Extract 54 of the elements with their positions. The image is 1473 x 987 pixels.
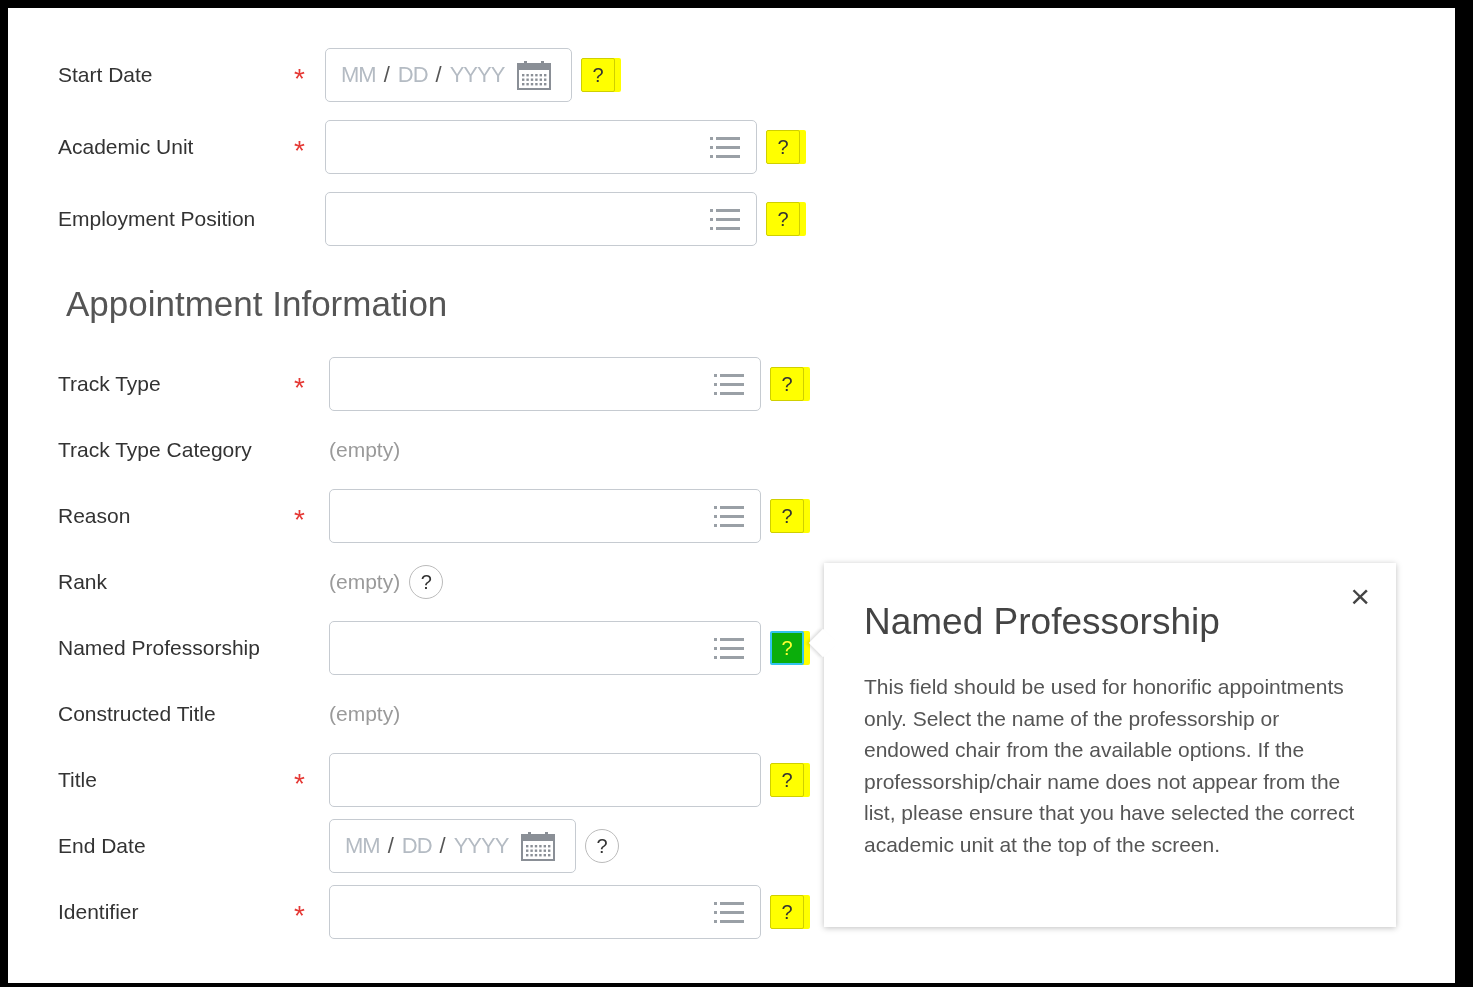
list-icon[interactable] xyxy=(714,901,744,923)
select-field[interactable] xyxy=(325,120,757,174)
date-placeholder: MM xyxy=(341,62,376,88)
calendar-icon[interactable] xyxy=(521,831,555,861)
help-button[interactable]: ? xyxy=(409,565,444,599)
select-field[interactable] xyxy=(325,192,757,246)
calendar-icon[interactable] xyxy=(517,60,551,90)
date-placeholder: / xyxy=(387,833,394,859)
field-label: Title xyxy=(58,768,98,792)
list-icon[interactable] xyxy=(710,208,740,230)
list-icon[interactable] xyxy=(710,136,740,158)
help-button[interactable]: ? xyxy=(585,829,619,863)
field-label: Track Type xyxy=(58,372,162,396)
field-label: Start Date xyxy=(58,63,154,87)
select-field[interactable] xyxy=(329,489,761,543)
empty-value: (empty) xyxy=(329,702,401,726)
section-heading: Appointment Information xyxy=(66,283,449,325)
required-mark: * xyxy=(294,65,305,93)
field-label: Track Type Category xyxy=(58,438,253,462)
date-field[interactable]: MM / DD / YYYY xyxy=(325,48,572,102)
field-label: Identifier xyxy=(58,900,140,924)
list-icon[interactable] xyxy=(714,505,744,527)
required-mark: * xyxy=(294,770,305,798)
required-mark: * xyxy=(294,902,305,930)
list-icon[interactable] xyxy=(714,373,744,395)
select-field[interactable] xyxy=(329,885,761,939)
empty-value: (empty) xyxy=(329,438,401,462)
field-label: Rank xyxy=(58,570,109,594)
date-placeholder: DD xyxy=(397,62,428,88)
date-placeholder: / xyxy=(435,62,442,88)
select-field[interactable] xyxy=(329,357,761,411)
date-placeholder: / xyxy=(439,833,446,859)
text-field[interactable] xyxy=(329,753,761,807)
required-mark: * xyxy=(294,506,305,534)
close-button[interactable]: × xyxy=(1346,577,1374,616)
required-mark: * xyxy=(294,137,305,165)
empty-value: (empty) xyxy=(329,570,401,594)
field-label: Employment Position xyxy=(58,207,257,231)
date-placeholder: DD xyxy=(401,833,432,859)
popover-text: This field should be used for honorific appointments only. Select the name of the professorship or endowed chair from the available options. If the professorship/chair name does not appear from the list, please ensure that you have selected the correct academic unit at the top of the screen. xyxy=(864,674,1356,858)
date-placeholder: / xyxy=(383,62,390,88)
required-mark: * xyxy=(294,374,305,402)
field-label: End Date xyxy=(58,834,147,858)
list-icon[interactable] xyxy=(714,637,744,659)
field-label: Named Professorship xyxy=(58,636,261,660)
date-placeholder: YYYY xyxy=(453,833,509,859)
select-field[interactable] xyxy=(329,621,761,675)
date-placeholder: MM xyxy=(345,833,380,859)
field-label: Academic Unit xyxy=(58,135,195,159)
field-label: Reason xyxy=(58,504,132,528)
field-label: Constructed Title xyxy=(58,702,217,726)
popover-title: Named Professorship xyxy=(864,601,1221,643)
date-field[interactable]: MM / DD / YYYY xyxy=(329,819,576,873)
date-placeholder: YYYY xyxy=(449,62,505,88)
